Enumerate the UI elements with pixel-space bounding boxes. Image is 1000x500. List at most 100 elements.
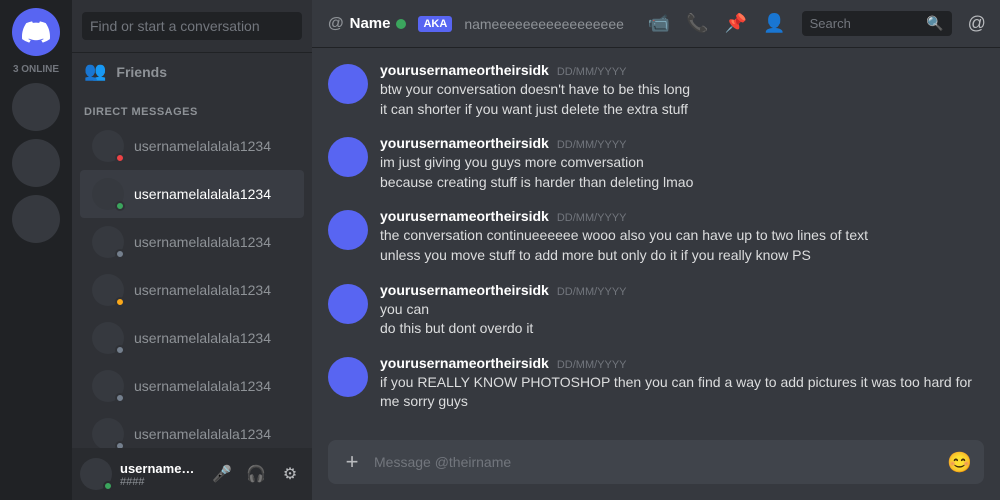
server-home-button[interactable]: [12, 8, 60, 56]
dm-status-dot: [115, 441, 125, 448]
message-username: yourusernameortheirsidk: [380, 62, 549, 78]
message-line: btw your conversation doesn't have to be…: [380, 80, 984, 100]
pin-button[interactable]: 📌: [725, 13, 747, 34]
dm-list-item[interactable]: usernamelalalala1234: [80, 410, 304, 448]
message-line: unless you move stuff to add more but on…: [380, 246, 984, 266]
message-timestamp: DD/MM/YYYY: [557, 212, 627, 224]
current-user-info: usernameblah... ####: [120, 461, 200, 488]
dm-list-item[interactable]: usernamelalalala1234: [80, 218, 304, 266]
header-search-input[interactable]: [810, 16, 921, 31]
current-user-status: [103, 481, 113, 491]
message-group: yourusernameortheirsidk DD/MM/YYYY if yo…: [312, 351, 1000, 416]
message-content: yourusernameortheirsidk DD/MM/YYYY btw y…: [380, 62, 984, 119]
message-username: yourusernameortheirsidk: [380, 208, 549, 224]
dm-list: usernamelalalala1234 usernamelalalala123…: [72, 122, 312, 448]
add-friend-button[interactable]: 👤: [763, 13, 785, 34]
dm-list-item[interactable]: usernamelalalala1234: [80, 362, 304, 410]
message-group: yourusernameortheirsidk DD/MM/YYYY btw y…: [312, 58, 1000, 123]
user-bottom-actions: 🎤 🎧 ⚙: [208, 460, 304, 488]
settings-button[interactable]: ⚙: [276, 460, 304, 488]
dm-status-dot: [115, 153, 125, 163]
server-avatar-3[interactable]: [12, 195, 60, 243]
emoji-button[interactable]: 😊: [947, 450, 972, 475]
dm-username: usernamelalalala1234: [134, 234, 271, 250]
main-chat: @ Name AKA nameeeeeeeeeeeeeeeee 📹 📞 📌 👤 …: [312, 0, 1000, 500]
message-header: yourusernameortheirsidk DD/MM/YYYY: [380, 62, 984, 78]
message-avatar: [328, 64, 368, 104]
message-group: a small one liner: [312, 48, 1000, 50]
message-line: if you REALLY KNOW PHOTOSHOP then you ca…: [380, 373, 984, 412]
dm-status-dot: [115, 345, 125, 355]
friends-item[interactable]: 👥 Friends: [72, 53, 312, 90]
message-line: you can: [380, 300, 984, 320]
message-header: yourusernameortheirsidk DD/MM/YYYY: [380, 282, 984, 298]
message-content: yourusernameortheirsidk DD/MM/YYYY you c…: [380, 282, 984, 339]
voice-call-button[interactable]: 📞: [686, 13, 708, 34]
dm-username: usernamelalalala1234: [134, 186, 271, 202]
message-username: yourusernameortheirsidk: [380, 282, 549, 298]
dm-search-input[interactable]: [82, 12, 302, 40]
dm-section-label: DIRECT MESSAGES: [72, 90, 312, 122]
dm-username: usernamelalalala1234: [134, 330, 271, 346]
message-content: yourusernameortheirsidk DD/MM/YYYY the c…: [380, 208, 984, 265]
header-status-dot: [396, 19, 406, 29]
dm-list-item[interactable]: usernamelalalala1234: [80, 266, 304, 314]
chat-header: @ Name AKA nameeeeeeeeeeeeeeeee 📹 📞 📌 👤 …: [312, 0, 1000, 48]
message-line: the conversation continueeeeee wooo also…: [380, 226, 984, 246]
message-timestamp: DD/MM/YYYY: [557, 139, 627, 151]
message-username: yourusernameortheirsidk: [380, 355, 549, 371]
dm-avatar: [92, 226, 124, 258]
dm-search-bar: [72, 0, 312, 53]
server-sidebar: 3 ONLINE: [0, 0, 72, 500]
dm-status-dot: [115, 393, 125, 403]
discord-icon: [22, 18, 50, 46]
message-line: im just giving you guys more comversatio…: [380, 153, 984, 173]
message-group: yourusernameortheirsidk DD/MM/YYYY you c…: [312, 278, 1000, 343]
current-user-tag: ####: [120, 476, 200, 488]
message-timestamp: DD/MM/YYYY: [557, 66, 627, 78]
message-avatar: [328, 137, 368, 177]
mic-button[interactable]: 🎤: [208, 460, 236, 488]
attach-button[interactable]: +: [340, 440, 364, 484]
dm-username: usernamelalalala1234: [134, 138, 271, 154]
message-avatar: [328, 284, 368, 324]
current-username: usernameblah...: [120, 461, 200, 476]
dm-sidebar: 👥 Friends DIRECT MESSAGES usernamelalala…: [72, 0, 312, 500]
message-input[interactable]: [374, 440, 937, 484]
message-text: if you REALLY KNOW PHOTOSHOP then you ca…: [380, 373, 984, 412]
message-line: because creating stuff is harder than de…: [380, 173, 984, 193]
headphone-button[interactable]: 🎧: [242, 460, 270, 488]
message-username: yourusernameortheirsidk: [380, 135, 549, 151]
current-user-avatar: [80, 458, 112, 490]
message-timestamp: DD/MM/YYYY: [557, 286, 627, 298]
chat-input-box: + 😊: [328, 440, 984, 484]
message-header: yourusernameortheirsidk DD/MM/YYYY: [380, 135, 984, 151]
message-text: you cando this but dont overdo it: [380, 300, 984, 339]
server-avatar-2[interactable]: [12, 139, 60, 187]
header-username: Name: [350, 15, 391, 32]
dm-avatar: [92, 274, 124, 306]
dm-list-item[interactable]: usernamelalalala1234: [80, 122, 304, 170]
dm-username: usernamelalalala1234: [134, 378, 271, 394]
message-line: it can shorter if you want just delete t…: [380, 100, 984, 120]
dm-avatar: [92, 130, 124, 162]
dm-status-dot: [115, 249, 125, 259]
dm-avatar: [92, 178, 124, 210]
message-text: btw your conversation doesn't have to be…: [380, 80, 984, 119]
dm-avatar: [92, 322, 124, 354]
dm-username: usernamelalalala1234: [134, 426, 271, 442]
friends-icon: 👥: [84, 61, 106, 82]
server-avatar-1[interactable]: [12, 83, 60, 131]
message-group: yourusernameortheirsidk DD/MM/YYYY the c…: [312, 204, 1000, 269]
dm-list-item[interactable]: usernamelalalala1234: [80, 170, 304, 218]
dm-status-dot: [115, 201, 125, 211]
dm-avatar: [92, 370, 124, 402]
mention-button[interactable]: @: [968, 13, 986, 34]
dm-avatar: [92, 418, 124, 448]
user-bottom-bar: usernameblah... #### 🎤 🎧 ⚙: [72, 448, 312, 500]
dm-list-item[interactable]: usernamelalalala1234: [80, 314, 304, 362]
video-call-button[interactable]: 📹: [648, 13, 670, 34]
dm-status-dot: [115, 297, 125, 307]
chat-input-area: + 😊: [312, 440, 1000, 500]
search-icon: 🔍: [926, 15, 943, 32]
